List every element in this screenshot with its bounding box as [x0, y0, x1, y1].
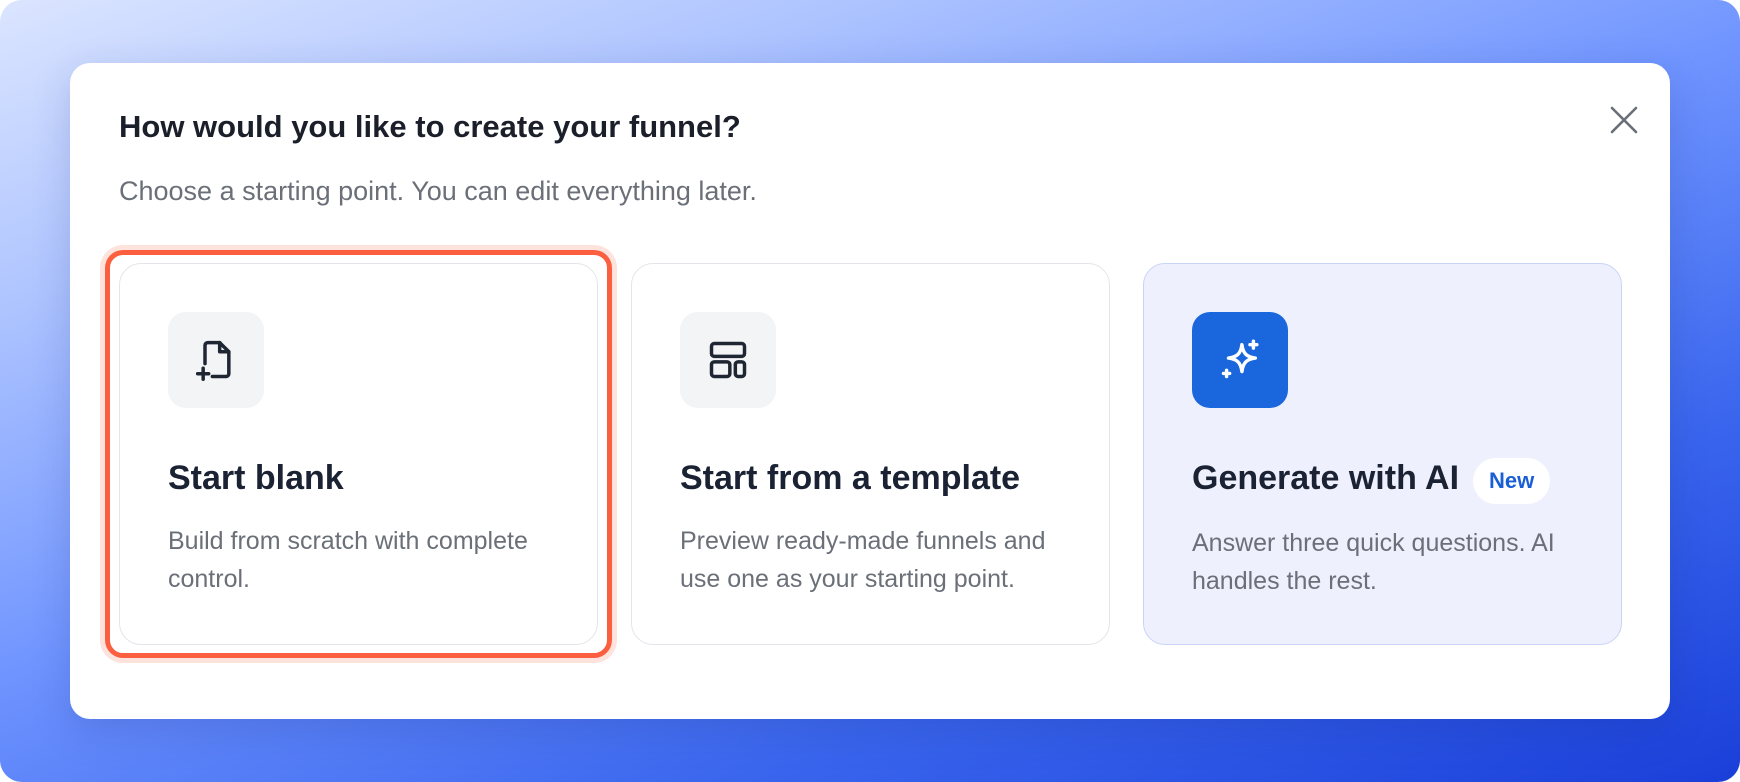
create-funnel-dialog: How would you like to create your funnel… [70, 63, 1670, 719]
new-badge: New [1473, 458, 1551, 504]
background-frame: How would you like to create your funnel… [0, 0, 1740, 782]
option-start-blank[interactable]: Start blank Build from scratch with comp… [119, 263, 598, 645]
template-icon-tile [680, 312, 776, 408]
option-description: Answer three quick questions. AI handles… [1192, 529, 1555, 595]
option-title: Generate with AI [1192, 459, 1460, 497]
dialog-subtitle: Choose a starting point. You can edit ev… [119, 176, 757, 206]
option-start-from-template[interactable]: Start from a template Preview ready-made… [631, 263, 1110, 645]
dialog-title: How would you like to create your funnel… [119, 109, 741, 144]
close-button[interactable] [1597, 93, 1651, 147]
start-blank-icon-tile [168, 312, 264, 408]
layout-template-icon [709, 341, 747, 379]
option-title: Start blank [168, 459, 344, 497]
close-icon [1610, 106, 1638, 134]
option-description: Preview ready-made funnels and use one a… [680, 527, 1046, 593]
sparkles-icon [1221, 339, 1259, 379]
ai-icon-tile [1192, 312, 1288, 408]
option-title: Start from a template [680, 459, 1021, 497]
file-plus-icon [195, 340, 231, 381]
option-description: Build from scratch with complete control… [168, 527, 528, 593]
option-generate-with-ai[interactable]: Generate with AI New Answer three quick … [1143, 263, 1622, 645]
